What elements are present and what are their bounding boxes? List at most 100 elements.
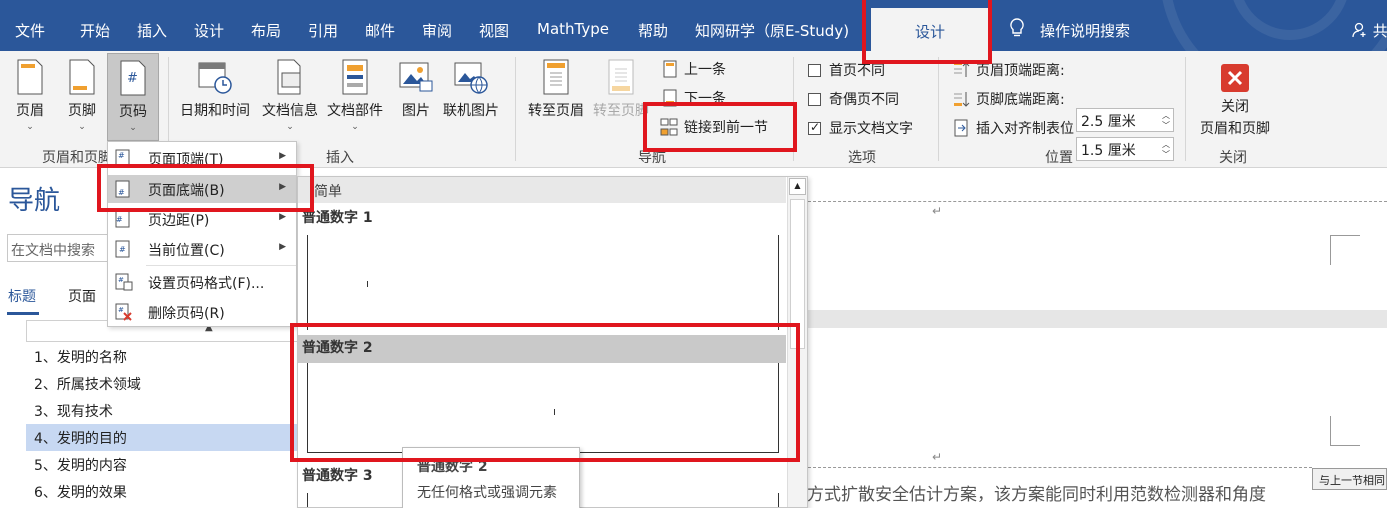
page-number-icon: # (120, 60, 146, 96)
doc-parts-button[interactable]: 文档部件 ⌄ (327, 59, 383, 132)
menu-item-remove-page-numbers[interactable]: # 删除页码(R) (108, 298, 296, 326)
doc-info-button[interactable]: 文档信息 ⌄ (262, 59, 318, 132)
paragraph-mark: ↵ (932, 450, 943, 464)
menu-separator (146, 265, 296, 266)
share-button[interactable]: 共 (1352, 20, 1387, 41)
online-picture-button[interactable]: 联机图片 (443, 59, 499, 120)
close-header-footer-button[interactable]: 关闭 页眉和页脚 (1196, 63, 1274, 138)
tab-headings[interactable]: 标题 (8, 286, 36, 306)
gallery-item-plain-number-1[interactable] (307, 235, 779, 330)
nav-heading-item-selected[interactable]: 4、发明的目的 (26, 424, 300, 451)
insert-alignment-tab-button[interactable]: 插入对齐制表位 (954, 118, 1074, 138)
svg-text:#: # (116, 215, 123, 224)
footer-distance-input[interactable]: 1.5 厘米 ︿ ﹀ (1076, 137, 1174, 161)
close-label-line1: 关闭 (1221, 99, 1249, 115)
tab-insert[interactable]: 插入 (137, 20, 167, 41)
nav-heading-item[interactable]: 2、所属技术领域 (26, 370, 300, 397)
header-button[interactable]: 页眉 ⌄ (12, 59, 48, 132)
checkbox-box (808, 63, 821, 77)
goto-footer-button[interactable]: 转至页脚 (593, 59, 649, 120)
page-number-current-icon: # (115, 240, 130, 258)
document-info-icon (277, 59, 301, 95)
group-separator (938, 57, 939, 161)
footer-label: 页脚 (68, 103, 96, 119)
footer-distance-label: 页脚底端距离: (952, 89, 1065, 109)
scroll-up-icon[interactable]: ▲ (789, 178, 806, 195)
picture-icon (399, 62, 433, 92)
footer-distance-text: 页脚底端距离: (976, 92, 1065, 108)
highlight-box-bottom-of-page (97, 164, 314, 212)
chevron-down-icon: ⌄ (351, 122, 359, 132)
page-number-placeholder (367, 281, 368, 287)
previous-icon (663, 60, 677, 78)
nav-search-input[interactable]: 在文档中搜索 (7, 234, 119, 262)
goto-footer-icon (608, 59, 634, 95)
tell-me-search[interactable]: 操作说明搜索 (1040, 20, 1130, 41)
doc-info-label: 文档信息 (262, 103, 318, 119)
footer-boundary-line (808, 467, 1312, 468)
group-label-position: 位置 (1045, 150, 1073, 166)
tab-layout[interactable]: 布局 (251, 20, 281, 41)
page-number-button[interactable]: # 页码 ⌄ (107, 53, 159, 141)
tab-pages[interactable]: 页面 (68, 286, 96, 306)
tab-references[interactable]: 引用 (308, 20, 338, 41)
nav-heading-item[interactable]: 6、发明的效果 (26, 478, 300, 505)
spin-down-icon[interactable]: ﹀ (1162, 120, 1170, 131)
tab-help[interactable]: 帮助 (638, 20, 668, 41)
svg-text:#: # (118, 276, 124, 284)
highlight-box-link-to-previous (643, 102, 797, 152)
footer-distance-value: 1.5 厘米 (1081, 143, 1136, 159)
submenu-arrow-icon: ▶ (279, 212, 286, 222)
submenu-arrow-icon: ▶ (279, 242, 286, 252)
nav-heading-item[interactable]: 1、发明的名称 (26, 343, 300, 370)
menu-item-format-page-numbers[interactable]: # 设置页码格式(F)... (108, 268, 296, 296)
chevron-down-icon: ⌄ (286, 122, 294, 132)
tab-mailings[interactable]: 邮件 (365, 20, 395, 41)
show-document-text-checkbox[interactable]: 显示文档文字 (808, 118, 913, 138)
tab-cnki-estudy[interactable]: 知网研学（原E-Study) (695, 20, 849, 41)
chevron-down-icon: ⌄ (129, 123, 137, 133)
goto-footer-label: 转至页脚 (593, 103, 649, 119)
document-body-text[interactable]: 方式扩散安全估计方案，该方案能同时利用范数检测器和角度 (807, 480, 1266, 505)
previous-section-button[interactable]: 上一条 (662, 59, 726, 79)
nav-heading-item[interactable]: 3、现有技术 (26, 397, 300, 424)
tab-home[interactable]: 开始 (80, 20, 110, 41)
svg-text:#: # (118, 306, 124, 314)
group-separator (1185, 57, 1186, 161)
spin-down-icon[interactable]: ﹀ (1162, 149, 1170, 160)
group-label-insert: 插入 (326, 150, 354, 166)
nav-heading-item[interactable]: 5、发明的内容 (26, 451, 300, 478)
tab-review[interactable]: 审阅 (422, 20, 452, 41)
show-document-text-label: 显示文档文字 (829, 121, 913, 137)
svg-text:#: # (127, 71, 138, 86)
header-distance-input[interactable]: 2.5 厘米 ︿ ﹀ (1076, 108, 1174, 132)
format-page-number-icon: # (115, 273, 133, 291)
insert-alignment-tab-label: 插入对齐制表位 (976, 121, 1074, 137)
footer-distance-icon (954, 92, 970, 107)
tab-design[interactable]: 设计 (194, 20, 224, 41)
page-header-icon (17, 59, 43, 95)
header-distance-value: 2.5 厘米 (1081, 114, 1136, 130)
document-parts-icon (342, 59, 368, 95)
navigation-title: 导航 (8, 186, 61, 216)
tab-mathtype[interactable]: MathType (537, 20, 609, 38)
close-label-line2: 页眉和页脚 (1200, 121, 1270, 137)
page-number-margin-icon: # (115, 210, 130, 228)
menu-item-label: 当前位置(C) (148, 243, 225, 259)
tab-file[interactable]: 文件 (15, 20, 45, 41)
menu-item-current-position[interactable]: # 当前位置(C) ▶ (108, 235, 296, 263)
goto-header-icon (543, 59, 569, 95)
svg-text:#: # (118, 151, 125, 160)
date-time-button[interactable]: 日期和时间 (180, 59, 250, 120)
goto-header-button[interactable]: 转至页眉 (528, 59, 584, 120)
share-label: 共 (1372, 22, 1387, 40)
margin-corner-mark (1330, 416, 1360, 446)
footer-button[interactable]: 页脚 ⌄ (64, 59, 100, 132)
picture-button[interactable]: 图片 (398, 59, 434, 120)
different-odd-even-checkbox[interactable]: 奇偶页不同 (808, 89, 899, 109)
submenu-arrow-icon: ▶ (279, 151, 286, 161)
gallery-item-label: 普通数字 3 (302, 468, 373, 484)
close-icon (1221, 64, 1249, 92)
tab-view[interactable]: 视图 (479, 20, 509, 41)
chevron-down-icon: ⌄ (78, 122, 86, 132)
